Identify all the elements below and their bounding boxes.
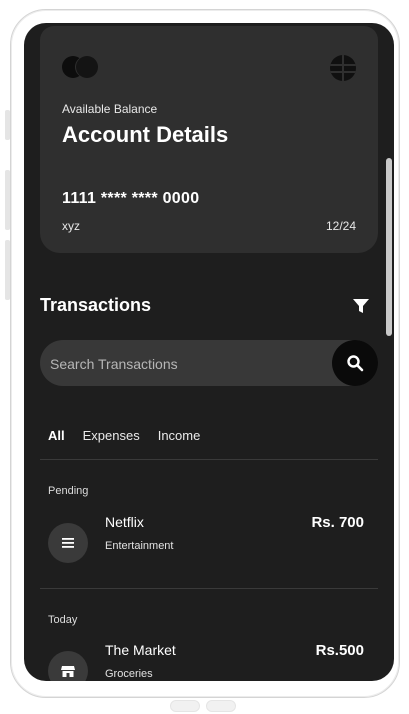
app-screen: Available Balance Account Details 1111 *… xyxy=(24,23,394,681)
card-brand-logo-icon xyxy=(62,56,102,78)
filter-icon[interactable] xyxy=(352,297,370,315)
search-button[interactable] xyxy=(332,340,378,386)
transaction-category: Entertainment xyxy=(105,540,174,552)
transaction-name: Netflix xyxy=(105,514,144,530)
transaction-row[interactable]: Netflix Entertainment Rs. 700 xyxy=(40,514,378,583)
transaction-name: The Market xyxy=(105,642,176,658)
search-bar xyxy=(40,340,378,388)
search-icon xyxy=(347,355,364,372)
balance-label: Available Balance xyxy=(62,102,158,116)
card-holder: xyz xyxy=(62,219,80,233)
home-indicator xyxy=(170,700,236,714)
card-title: Account Details xyxy=(62,122,229,147)
card-number: 1111 **** **** 0000 xyxy=(62,190,200,207)
scrollbar-thumb[interactable] xyxy=(386,158,392,336)
card-chip-icon xyxy=(330,55,356,81)
transaction-row[interactable]: The Market Groceries Rs.500 xyxy=(40,642,378,681)
card-expiry: 12/24 xyxy=(325,219,356,233)
tab-all[interactable]: All xyxy=(48,428,65,443)
section-label-pending: Pending xyxy=(48,485,89,497)
store-icon xyxy=(48,651,88,681)
transaction-amount: Rs.500 xyxy=(315,642,364,659)
tab-income[interactable]: Income xyxy=(158,428,201,443)
account-card[interactable]: Available Balance Account Details 1111 *… xyxy=(40,26,378,253)
search-input[interactable] xyxy=(48,340,322,388)
tab-expenses[interactable]: Expenses xyxy=(83,428,140,443)
divider xyxy=(40,588,378,589)
section-label-today: Today xyxy=(48,614,78,626)
transaction-tabs: All Expenses Income xyxy=(48,428,200,443)
divider xyxy=(40,459,378,460)
transaction-amount: Rs. 700 xyxy=(311,514,364,531)
transactions-heading: Transactions xyxy=(40,295,152,315)
transaction-category: Groceries xyxy=(105,668,153,680)
menu-icon xyxy=(48,523,88,563)
